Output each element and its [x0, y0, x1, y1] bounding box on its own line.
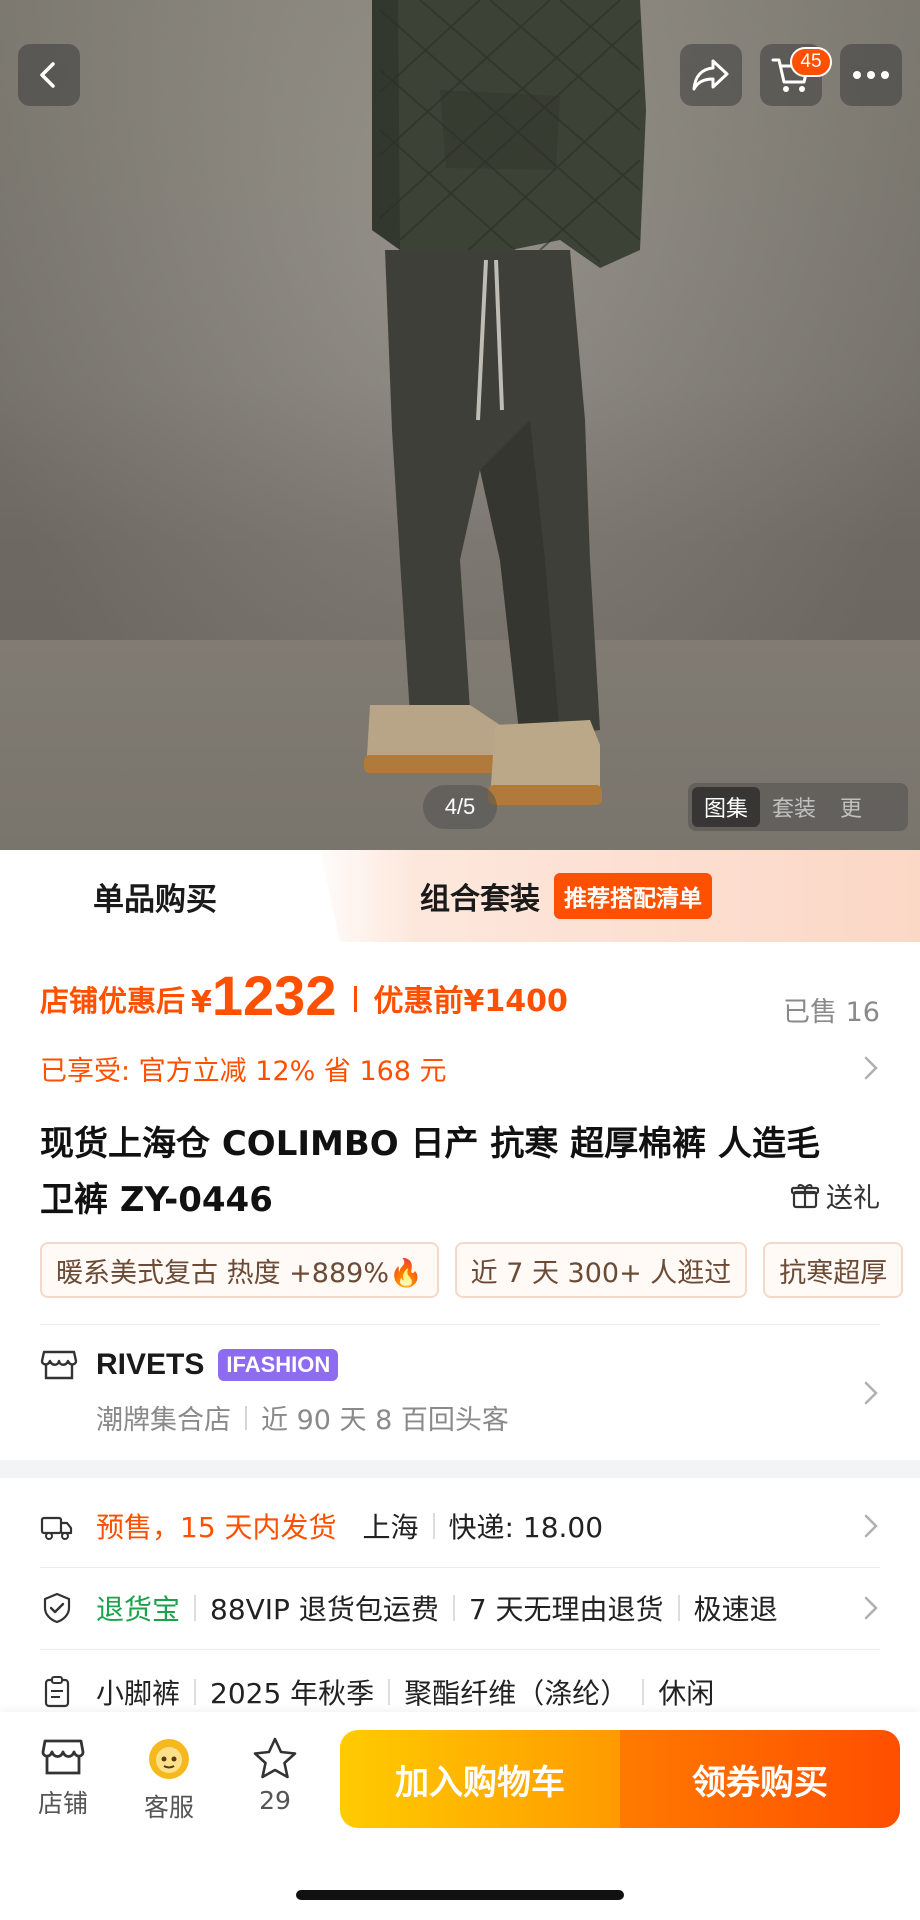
- chevron-right-icon: [864, 1381, 878, 1405]
- spec-item: 小脚裤: [96, 1677, 181, 1710]
- cart-count-badge: 45: [790, 47, 832, 77]
- discount-text: 已享受: 官方立减 12% 省 168 元: [40, 1055, 447, 1087]
- purchase-mode-tabs: 单品购买 组合套装 推荐搭配清单: [0, 850, 920, 942]
- tab-combo-set[interactable]: 组合套装 推荐搭配清单: [420, 850, 712, 942]
- info-divider: [432, 1513, 435, 1539]
- tag-chip[interactable]: 近 7 天 300+ 人逛过: [454, 1242, 748, 1298]
- product-title-line1: 现货上海仓 COLIMBO 日产 抗寒 超厚棉裤 人造毛: [40, 1124, 821, 1164]
- tab-combo-label: 组合套装: [420, 882, 540, 917]
- divider: [40, 1649, 880, 1650]
- more-dots-icon: [853, 71, 889, 79]
- spec-item: 聚酯纤维（涤纶）: [404, 1677, 629, 1710]
- image-counter: 4/5: [423, 785, 497, 829]
- shop-info-divider: [245, 1405, 247, 1430]
- combo-recommend-tag: 推荐搭配清单: [554, 873, 712, 919]
- more-button[interactable]: [840, 44, 902, 106]
- favorite-count: 29: [259, 1786, 291, 1815]
- tab-single-label: 单品购买: [93, 881, 217, 918]
- shop-nav-label: 店铺: [37, 1789, 88, 1818]
- price-label: 店铺优惠后: [40, 984, 186, 1018]
- gift-icon: [790, 1183, 820, 1208]
- gallery-tabs: 图集 套装 更: [688, 783, 908, 831]
- shipping-row[interactable]: 预售，15 天内发货 上海 快递: 18.00: [40, 1490, 880, 1562]
- shop-nav-button[interactable]: 店铺: [18, 1736, 108, 1836]
- divider: [40, 1567, 880, 1568]
- price-row: 店铺优惠后 ¥ 1232 优惠前¥1400: [40, 962, 880, 1026]
- product-title: 现货上海仓 COLIMBO 日产 抗寒 超厚棉裤 人造毛 卫裤 ZY-0446: [40, 1116, 880, 1228]
- shield-check-icon: [43, 1592, 71, 1624]
- info-divider: [194, 1679, 197, 1705]
- shop-badge: IFASHION: [218, 1349, 339, 1381]
- spec-item: 休闲: [658, 1677, 715, 1710]
- tag-chip[interactable]: 暖系美式复古 热度 +889%🔥: [40, 1242, 439, 1298]
- price-value: 1232: [211, 964, 337, 1027]
- customer-service-button[interactable]: 客服: [124, 1736, 214, 1836]
- product-title-line2: 卫裤 ZY-0446: [40, 1180, 273, 1220]
- returns-item: 极速退: [693, 1593, 778, 1626]
- share-icon: [692, 59, 729, 91]
- gift-label: 送礼: [826, 1183, 880, 1214]
- gift-button[interactable]: 送礼: [790, 1176, 880, 1215]
- returns-item: 88VIP 退货包运费: [210, 1593, 439, 1626]
- back-button[interactable]: [18, 44, 80, 106]
- add-to-cart-button[interactable]: 加入购物车: [340, 1730, 620, 1828]
- gallery-tab-more[interactable]: 更: [828, 787, 874, 827]
- gallery-tab-set[interactable]: 套装: [760, 787, 828, 827]
- info-divider: [388, 1679, 391, 1705]
- coupon-buy-button[interactable]: 领券购买: [620, 1730, 900, 1828]
- service-label: 客服: [143, 1793, 194, 1822]
- clipboard-icon: [44, 1676, 70, 1708]
- price-divider: [354, 986, 358, 1012]
- truck-icon: [40, 1516, 73, 1540]
- tab-single-purchase[interactable]: 单品购买: [0, 850, 340, 942]
- product-image[interactable]: 45 4/5 图集 套装 更: [0, 0, 920, 850]
- returns-row[interactable]: 退货宝 88VIP 退货包运费 7 天无理由退货 极速退: [40, 1572, 880, 1644]
- shop-name: RIVETS: [96, 1348, 205, 1381]
- price-before-discount: 优惠前¥1400: [373, 984, 568, 1019]
- chevron-left-icon: [40, 62, 55, 88]
- divider: [40, 1324, 880, 1325]
- currency-symbol: ¥: [191, 985, 212, 1020]
- returns-service-name: 退货宝: [96, 1593, 181, 1626]
- store-icon: [41, 1739, 85, 1775]
- info-divider: [642, 1679, 645, 1705]
- ship-origin: 上海: [362, 1511, 419, 1544]
- share-button[interactable]: [680, 44, 742, 106]
- gallery-tab-album[interactable]: 图集: [692, 787, 761, 827]
- info-divider: [677, 1595, 680, 1621]
- presale-text: 预售，15 天内发货: [96, 1511, 337, 1544]
- shop-returning-customers: 近 90 天 8 百回头客: [261, 1405, 509, 1436]
- info-divider: [194, 1595, 197, 1621]
- chevron-right-icon: [864, 1514, 878, 1538]
- shipping-fee: 快递: 18.00: [448, 1511, 604, 1544]
- section-gap: [0, 1460, 920, 1478]
- star-icon: [253, 1737, 297, 1779]
- chevron-right-icon: [864, 1056, 878, 1080]
- store-icon: [40, 1350, 78, 1380]
- spec-item: 2025 年秋季: [210, 1677, 375, 1710]
- shop-card[interactable]: RIVETS IFASHION 潮牌集合店 近 90 天 8 百回头客: [40, 1340, 880, 1450]
- info-divider: [452, 1595, 455, 1621]
- model-figure: [364, 0, 646, 805]
- tag-chip[interactable]: 抗寒超厚: [763, 1242, 904, 1298]
- returns-item: 7 天无理由退货: [468, 1593, 664, 1626]
- service-avatar-icon: [149, 1739, 189, 1779]
- home-indicator: [296, 1890, 624, 1900]
- sold-count: 已售 16: [783, 997, 880, 1028]
- discount-row[interactable]: 已享受: 官方立减 12% 省 168 元: [40, 1044, 880, 1092]
- chevron-right-icon: [864, 1596, 878, 1620]
- feature-tags: 暖系美式复古 热度 +889%🔥 近 7 天 300+ 人逛过 抗寒超厚: [40, 1242, 920, 1300]
- favorite-button[interactable]: 29: [230, 1736, 320, 1836]
- shop-category: 潮牌集合店: [96, 1405, 231, 1436]
